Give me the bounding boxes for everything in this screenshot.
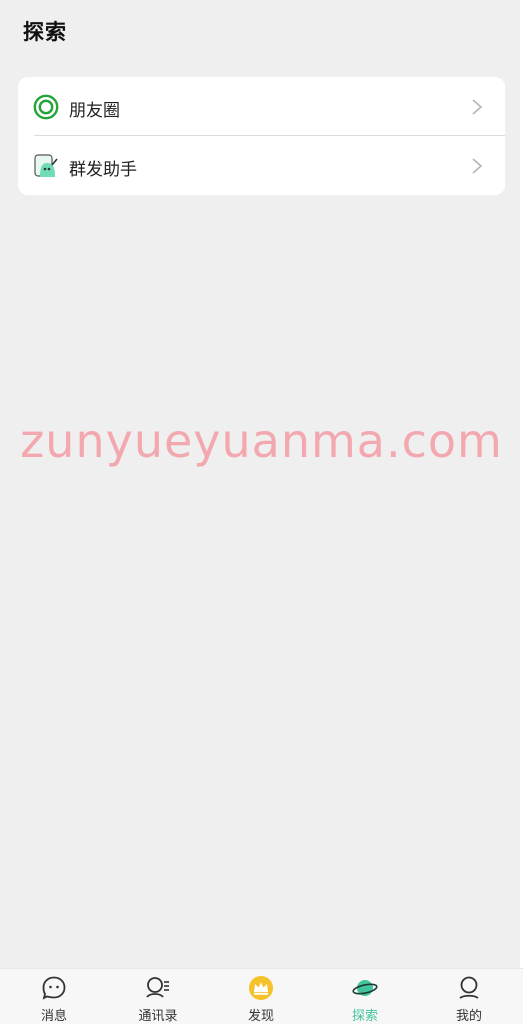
profile-icon [459,976,479,999]
tab-contacts[interactable]: 通讯录 [106,969,210,1024]
list-item-broadcast-helper[interactable]: 群发助手 [18,136,505,195]
tab-explore[interactable]: 探索 [313,969,417,1024]
explore-list-card: 朋友圈 群发助手 [18,77,505,195]
tab-label: 发现 [247,1008,274,1023]
bottom-tab-bar: 消息 通讯录 发现 探索 我的 [0,968,523,1024]
planet-icon [352,980,378,996]
moments-ring-icon [33,94,59,120]
tab-discover[interactable]: 发现 [209,969,313,1024]
page-title: 探索 [23,21,67,44]
message-bubble-icon [42,976,66,1000]
list-item-label: 朋友圈 [69,101,120,120]
crown-icon [249,976,273,1000]
watermark-text: zunyueyuanma.com [20,414,503,468]
tab-label: 通讯录 [138,1008,178,1023]
chevron-right-icon [472,99,483,115]
list-item-label: 群发助手 [69,160,137,179]
tab-messages[interactable]: 消息 [2,969,106,1024]
tab-label: 我的 [455,1008,482,1023]
list-item-moments[interactable]: 朋友圈 [18,77,505,136]
broadcast-helper-icon [34,154,58,177]
contacts-icon [146,977,169,998]
tab-me[interactable]: 我的 [417,969,521,1024]
tab-label: 探索 [351,1008,378,1023]
tab-label: 消息 [40,1008,67,1023]
chevron-right-icon [472,158,483,174]
